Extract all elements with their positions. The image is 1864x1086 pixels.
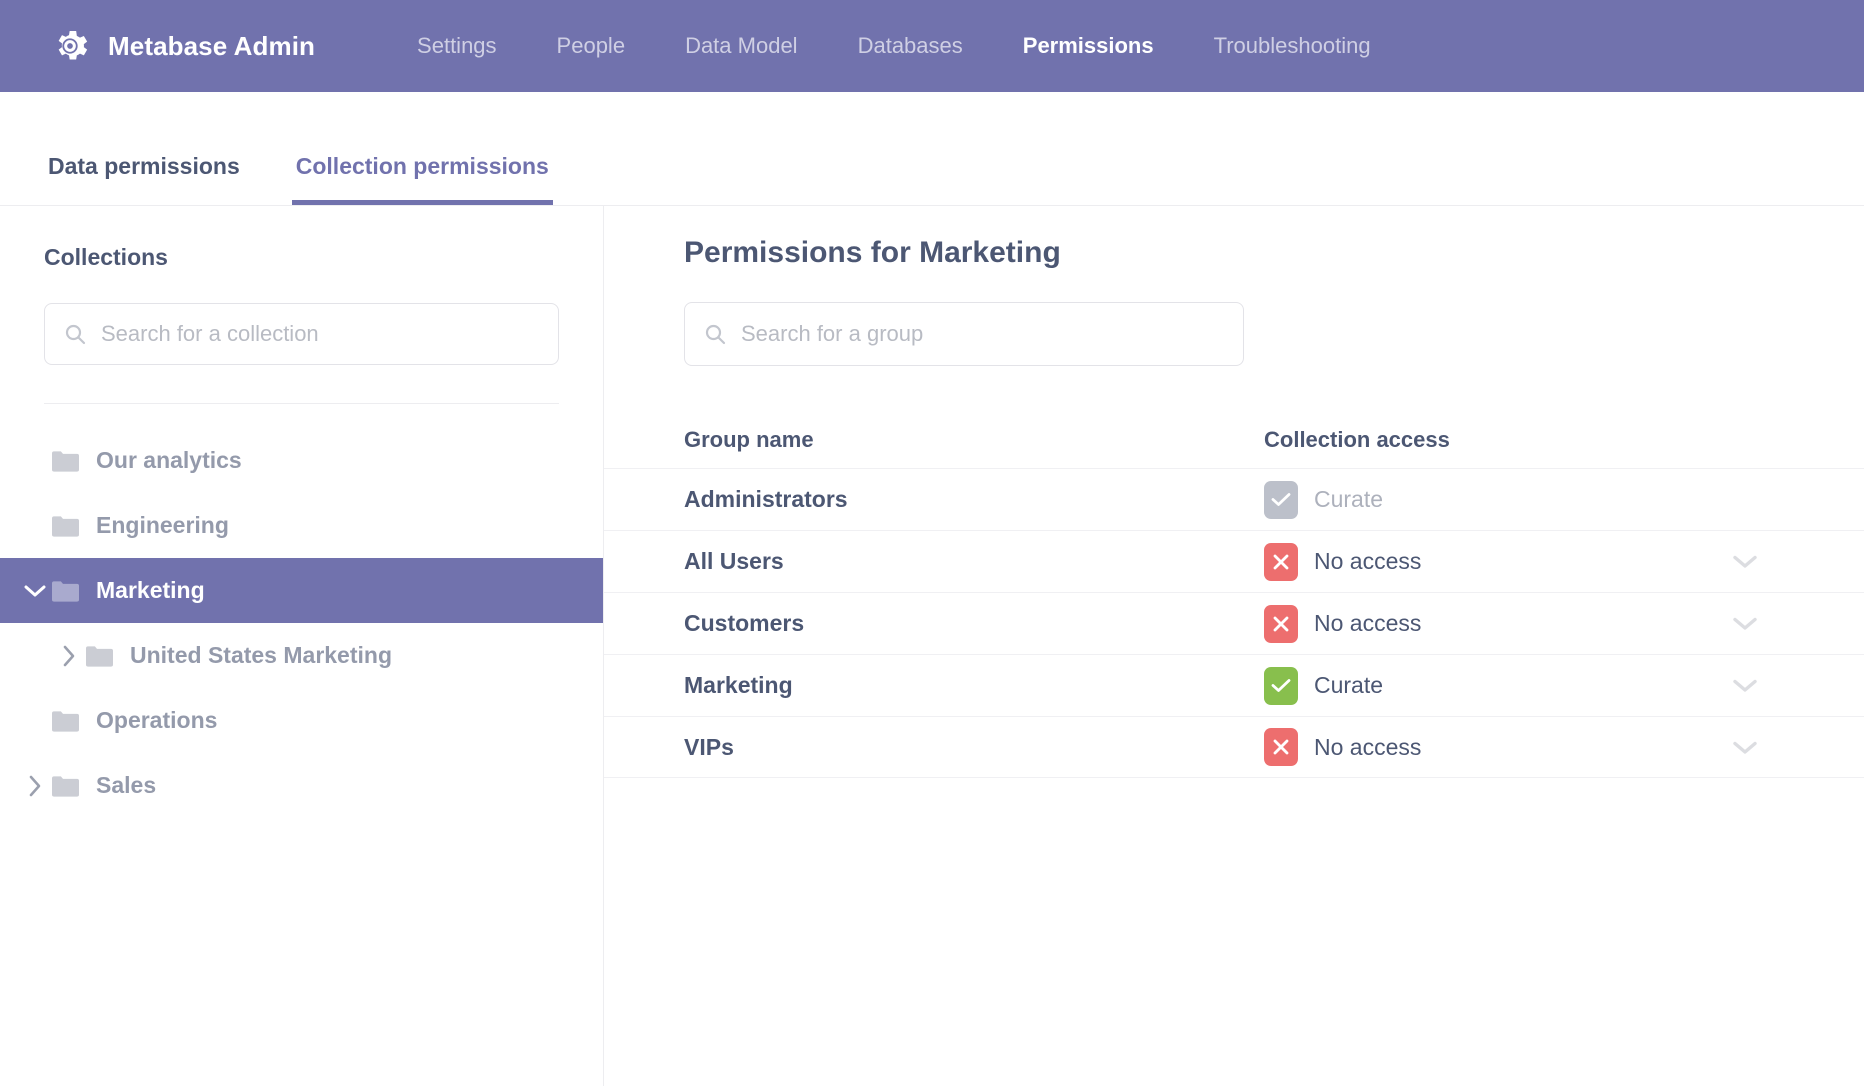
row-dropdown-toggle[interactable] — [1704, 554, 1864, 569]
folder-icon — [52, 450, 96, 472]
chevron-down-icon[interactable] — [1732, 554, 1758, 569]
table-row: VIPs No access — [604, 716, 1864, 778]
collection-item-operations[interactable]: Operations — [0, 688, 603, 753]
chevron-right-icon[interactable] — [18, 775, 52, 797]
collection-item-marketing[interactable]: Marketing — [0, 558, 603, 623]
group-name: VIPs — [684, 734, 734, 760]
gear-icon — [50, 26, 90, 66]
permissions-tabs: Data permissions Collection permissions — [0, 92, 1864, 206]
table-row: All Users No access — [604, 530, 1864, 592]
top-navigation-bar: Metabase Admin Settings People Data Mode… — [0, 0, 1864, 92]
chevron-down-icon[interactable] — [1732, 678, 1758, 693]
chevron-right-icon[interactable] — [52, 645, 86, 667]
collection-item-engineering[interactable]: Engineering — [0, 493, 603, 558]
access-label: Curate — [1314, 486, 1383, 513]
collection-label: Engineering — [96, 512, 229, 539]
column-header-group-name: Group name — [684, 427, 1264, 453]
access-label: No access — [1314, 610, 1421, 637]
access-label: No access — [1314, 734, 1421, 761]
close-icon — [1264, 728, 1298, 766]
table-row: Marketing Curate — [604, 654, 1864, 716]
folder-icon — [52, 775, 96, 797]
nav-items: Settings People Data Model Databases Per… — [387, 33, 1401, 59]
collection-access-cell[interactable]: No access — [1264, 728, 1704, 766]
column-header-collection-access: Collection access — [1264, 427, 1664, 453]
row-dropdown-toggle[interactable] — [1704, 678, 1864, 693]
row-dropdown-toggle[interactable] — [1704, 616, 1864, 631]
collection-label: Operations — [96, 707, 217, 734]
collection-search-placeholder: Search for a collection — [101, 321, 319, 347]
nav-item-settings[interactable]: Settings — [387, 33, 527, 59]
folder-icon — [52, 580, 96, 602]
collection-access-cell[interactable]: No access — [1264, 543, 1704, 581]
check-icon — [1264, 481, 1298, 519]
permissions-table: Group name Collection access Administrat… — [684, 412, 1864, 778]
group-name: Marketing — [684, 672, 793, 698]
nav-item-permissions[interactable]: Permissions — [993, 33, 1184, 59]
close-icon — [1264, 605, 1298, 643]
folder-icon — [52, 515, 96, 537]
tab-collection-permissions[interactable]: Collection permissions — [292, 153, 553, 205]
collection-item-united-states-marketing[interactable]: United States Marketing — [0, 623, 603, 688]
table-header-row: Group name Collection access — [684, 412, 1864, 468]
collection-label: Sales — [96, 772, 156, 799]
group-name: Administrators — [684, 486, 848, 512]
group-name: Customers — [684, 610, 804, 636]
close-icon — [1264, 543, 1298, 581]
sidebar-header: Collections Search for a collection — [0, 206, 603, 404]
group-name-cell: Customers — [684, 610, 1264, 637]
collection-search-input[interactable]: Search for a collection — [44, 303, 559, 365]
access-label: No access — [1314, 548, 1421, 575]
folder-icon — [86, 645, 130, 667]
collection-label: Our analytics — [96, 447, 242, 474]
permissions-main-panel: Permissions for Marketing Search for a g… — [604, 206, 1864, 1086]
row-dropdown-toggle[interactable] — [1704, 740, 1864, 755]
nav-item-people[interactable]: People — [527, 33, 656, 59]
group-name-cell: Marketing — [684, 672, 1264, 699]
collection-item-sales[interactable]: Sales — [0, 753, 603, 818]
group-name: All Users — [684, 548, 784, 574]
collection-access-cell: Curate — [1264, 481, 1704, 519]
collections-tree: Our analytics Engineering — [0, 404, 603, 818]
folder-icon — [52, 710, 96, 732]
chevron-down-icon[interactable] — [1732, 740, 1758, 755]
table-row: Customers No access — [604, 592, 1864, 654]
collection-label: United States Marketing — [130, 642, 392, 669]
brand[interactable]: Metabase Admin — [50, 26, 315, 66]
collection-item-our-analytics[interactable]: Our analytics — [0, 428, 603, 493]
tab-data-permissions[interactable]: Data permissions — [44, 153, 244, 205]
page-title: Permissions for Marketing — [684, 236, 1864, 270]
group-name-cell: All Users — [684, 548, 1264, 575]
nav-item-data-model[interactable]: Data Model — [655, 33, 828, 59]
sidebar-title: Collections — [44, 244, 559, 271]
brand-title: Metabase Admin — [108, 31, 315, 62]
search-icon — [703, 322, 727, 346]
group-search-input[interactable]: Search for a group — [684, 302, 1244, 366]
group-name-cell: Administrators — [684, 486, 1264, 513]
page-body: Collections Search for a collection — [0, 206, 1864, 1086]
group-search-placeholder: Search for a group — [741, 321, 923, 347]
group-name-cell: VIPs — [684, 734, 1264, 761]
collection-access-cell[interactable]: No access — [1264, 605, 1704, 643]
chevron-down-icon[interactable] — [1732, 616, 1758, 631]
chevron-down-icon[interactable] — [18, 584, 52, 598]
search-icon — [63, 322, 87, 346]
nav-item-databases[interactable]: Databases — [828, 33, 993, 59]
nav-item-troubleshooting[interactable]: Troubleshooting — [1184, 33, 1401, 59]
check-icon — [1264, 667, 1298, 705]
collection-access-cell[interactable]: Curate — [1264, 667, 1704, 705]
collection-label: Marketing — [96, 577, 205, 604]
access-label: Curate — [1314, 672, 1383, 699]
table-row: Administrators Curate — [604, 468, 1864, 530]
collections-sidebar: Collections Search for a collection — [0, 206, 604, 1086]
